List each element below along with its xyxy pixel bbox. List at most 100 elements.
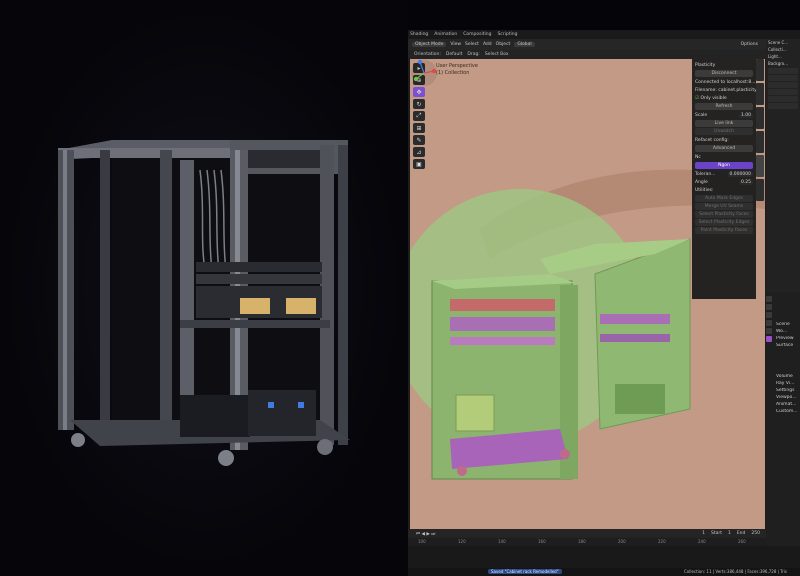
orientation-dropdown[interactable]: Default	[446, 52, 462, 57]
angle-field[interactable]: Angle 0.25	[695, 178, 753, 186]
rack-render	[0, 0, 408, 576]
ruler-tick: 120	[458, 539, 466, 544]
ruler-tick: 160	[538, 539, 546, 544]
collection-label: (1) Collection	[436, 70, 470, 76]
props-viewport[interactable]: Viewpo...	[766, 395, 800, 402]
outliner-row[interactable]	[768, 82, 798, 88]
status-bar: Saved "Cabinet rack Remodelled" Collecti…	[408, 568, 800, 576]
tolerance-field[interactable]: Toleran... 0.000000	[695, 170, 753, 178]
blender-window: Shading Animation Compositing Scripting …	[408, 30, 800, 576]
scene-stats: Collection: 11 | Verts:386,448 | Faces:3…	[684, 569, 787, 574]
outliner-row[interactable]	[768, 89, 798, 95]
measure-tool-icon[interactable]: ⊿	[413, 147, 425, 157]
timeline-area[interactable]	[408, 546, 800, 568]
menu-object[interactable]: Object	[496, 42, 511, 47]
plasticity-panel: Plasticity Disconnect Connected to local…	[692, 59, 757, 299]
move-tool-icon[interactable]: ✥	[413, 87, 425, 97]
auto-mark-edges-button[interactable]: Auto Mark Edges	[695, 195, 753, 202]
select-plasticity-faces-button[interactable]: Select Plasticity Faces	[695, 211, 753, 218]
advanced-toggle[interactable]: Advanced	[695, 145, 753, 152]
rack-illustration	[58, 140, 350, 466]
outliner-item[interactable]: Light...	[768, 54, 798, 60]
mode-dropdown[interactable]: Object Mode	[412, 42, 447, 47]
menu-select[interactable]: Select	[465, 42, 479, 47]
end-label: End	[736, 531, 746, 536]
current-frame-field[interactable]: 1	[702, 531, 705, 536]
merge-uv-seams-button[interactable]: Merge UV Seams	[695, 203, 753, 210]
paint-plasticity-faces-button[interactable]: Paint Plasticity Faces	[695, 227, 753, 234]
scale-tool-icon[interactable]: ⤢	[413, 111, 425, 121]
tab-compositing[interactable]: Compositing	[463, 32, 491, 37]
outliner-row[interactable]	[768, 75, 798, 81]
connection-status: Connected to localhost:8...	[695, 79, 756, 85]
properties-editor: Scene Wo... Preview Surface Volume Ray V…	[766, 292, 800, 576]
outliner-row[interactable]	[768, 68, 798, 74]
navigation-gizmo-icon[interactable]	[410, 59, 438, 87]
render-props-icon[interactable]	[766, 296, 772, 302]
options-dropdown[interactable]: Options	[741, 42, 758, 47]
output-props-icon[interactable]	[766, 304, 772, 310]
ruler-tick: 240	[698, 539, 706, 544]
outliner-item[interactable]: Collecti...	[768, 47, 798, 53]
play-controls-icon[interactable]: ⏮ ◀ ▶ ⏭	[416, 531, 435, 537]
ruler-tick: 180	[578, 539, 586, 544]
scene-props-icon[interactable]	[766, 312, 772, 318]
menu-view[interactable]: View	[450, 42, 461, 47]
sidebar-tab-plasticity[interactable]	[756, 155, 764, 177]
ngon-option[interactable]: Ngon	[695, 162, 753, 169]
outliner-row[interactable]	[768, 96, 798, 102]
ruler-tick: 100	[418, 539, 426, 544]
refresh-button[interactable]: Refresh	[695, 103, 753, 110]
disconnect-button[interactable]: Disconnect	[695, 70, 753, 77]
add-cube-tool-icon[interactable]: ▣	[413, 159, 425, 169]
checkbox-icon: ☑	[695, 95, 700, 101]
scale-field[interactable]: Scale 1.00	[695, 111, 753, 119]
outliner-row[interactable]	[768, 103, 798, 109]
outliner-item[interactable]: Backgro...	[768, 61, 798, 67]
material-props-icon[interactable]	[766, 336, 772, 342]
tab-scripting[interactable]: Scripting	[497, 32, 517, 37]
ruler-tick: 200	[618, 539, 626, 544]
menu-add[interactable]: Add	[483, 42, 492, 47]
ruler-tick: 140	[498, 539, 506, 544]
view-label: User Perspective	[436, 63, 478, 69]
world-props-icon[interactable]	[766, 320, 772, 326]
timeline-ruler[interactable]: 100 120 140 160 180 200 220 240 260	[408, 538, 766, 546]
drag-dropdown[interactable]: Select Box	[485, 52, 509, 57]
object-props-icon[interactable]	[766, 328, 772, 334]
start-field[interactable]: 1	[728, 531, 731, 536]
outliner-item[interactable]: Scene C...	[768, 40, 798, 46]
3d-viewport[interactable]: User Perspective (1) Collection ▸ ⊕ ✥ ↻ …	[410, 59, 765, 529]
ruler-tick: 220	[658, 539, 666, 544]
select-plasticity-edges-button[interactable]: Select Plasticity Edges	[695, 219, 753, 226]
timeline-header: ⏮ ◀ ▶ ⏭ 1 Start 1 End 250	[408, 529, 766, 538]
workspace-tabs: Shading Animation Compositing Scripting	[408, 30, 800, 39]
properties-tab-strip	[766, 292, 774, 396]
live-link-button[interactable]: Live link	[695, 120, 753, 127]
rotate-tool-icon[interactable]: ↻	[413, 99, 425, 109]
transform-tool-icon[interactable]: ⊞	[413, 123, 425, 133]
tab-shading[interactable]: Shading	[410, 32, 428, 37]
annotate-tool-icon[interactable]: ✎	[413, 135, 425, 145]
saved-notice: Saved "Cabinet rack Remodelled"	[488, 569, 562, 574]
sidebar-tabs	[756, 59, 765, 359]
sidebar-tab-misc[interactable]	[756, 179, 764, 201]
end-field[interactable]: 250	[751, 531, 760, 536]
filename-label: Filename: cabinet.plasticity	[695, 87, 757, 93]
utilities-label: Utilities:	[695, 187, 714, 193]
sidebar-tab-edit[interactable]	[756, 131, 764, 153]
tab-animation[interactable]: Animation	[434, 32, 457, 37]
plasticity-title: Plasticity	[695, 62, 716, 68]
sidebar-tab-item[interactable]	[756, 59, 764, 81]
props-animation[interactable]: Animat...	[766, 402, 800, 409]
sidebar-tab-view[interactable]	[756, 107, 764, 129]
viewport-header: Object Mode View Select Add Object Globa…	[408, 39, 766, 50]
unwatch-button[interactable]: Unwatch	[695, 128, 753, 135]
drag-label: Drag:	[467, 52, 480, 57]
props-custom[interactable]: Custom...	[766, 409, 800, 416]
sidebar-tab-tool[interactable]	[756, 83, 764, 105]
refacet-config-label: Refacet config:	[695, 137, 729, 143]
transform-orientation-dropdown[interactable]: Global	[514, 42, 535, 47]
tool-settings-bar: Orientation: Default Drag: Select Box	[408, 50, 766, 59]
only-visible-checkbox[interactable]: ☑ Only visible	[695, 94, 753, 102]
